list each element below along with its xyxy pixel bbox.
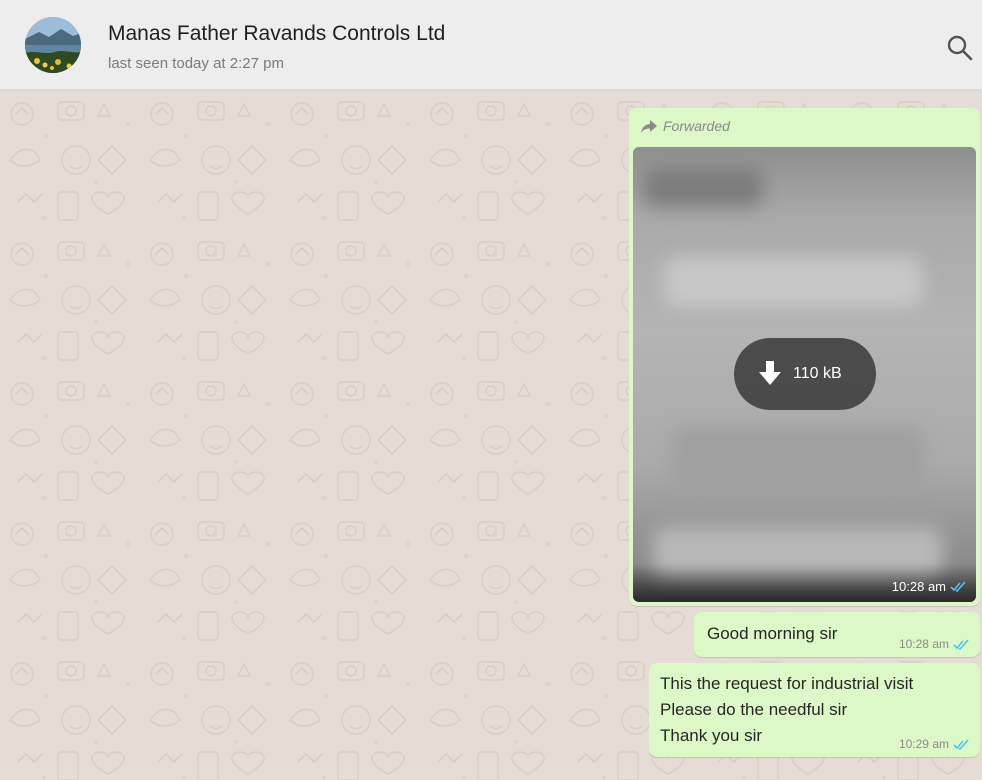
message-time-text: 10:28 am	[898, 637, 949, 651]
search-button[interactable]	[945, 33, 975, 63]
image-message-bubble[interactable]: Forwarded 110 kB 10:28 am	[629, 108, 980, 606]
search-icon	[947, 35, 973, 61]
forwarded-label: Forwarded	[641, 118, 730, 134]
message-text: This the request for industrial visit Pl…	[660, 672, 913, 750]
forwarded-text: Forwarded	[663, 118, 730, 134]
contact-name[interactable]: Manas Father Ravands Controls Ltd	[108, 22, 445, 46]
chat-panel[interactable]: Forwarded 110 kB 10:28 am Good morning s…	[0, 90, 982, 780]
message-time-text: 10:28 am	[891, 579, 946, 594]
text-message-bubble[interactable]: This the request for industrial visit Pl…	[649, 663, 980, 757]
contact-avatar[interactable]	[25, 17, 81, 73]
message-text: Good morning sir	[707, 624, 838, 643]
blurred-image-preview[interactable]: 110 kB 10:28 am	[633, 147, 976, 602]
message-line: This the request for industrial visit	[660, 674, 914, 693]
download-button[interactable]: 110 kB	[734, 338, 876, 410]
download-icon	[759, 361, 781, 385]
text-message-bubble[interactable]: Good morning sir 10:28 am	[694, 612, 980, 657]
message-time: 10:28 am	[899, 637, 971, 651]
double-check-icon	[953, 738, 969, 750]
avatar-photo	[25, 17, 81, 73]
last-seen-status: last seen today at 2:27 pm	[108, 55, 284, 72]
double-check-icon	[953, 638, 969, 650]
double-check-icon	[950, 581, 966, 592]
download-size: 110 kB	[793, 365, 842, 382]
message-line: Please do the needful sir	[660, 700, 848, 719]
message-line: Thank you sir	[660, 726, 763, 745]
chat-header: Manas Father Ravands Controls Ltd last s…	[0, 0, 982, 90]
message-time: 10:29 am	[899, 737, 971, 751]
message-time-text: 10:29 am	[898, 737, 949, 751]
forward-arrow-icon	[641, 119, 657, 133]
message-time: 10:28 am	[892, 579, 968, 594]
